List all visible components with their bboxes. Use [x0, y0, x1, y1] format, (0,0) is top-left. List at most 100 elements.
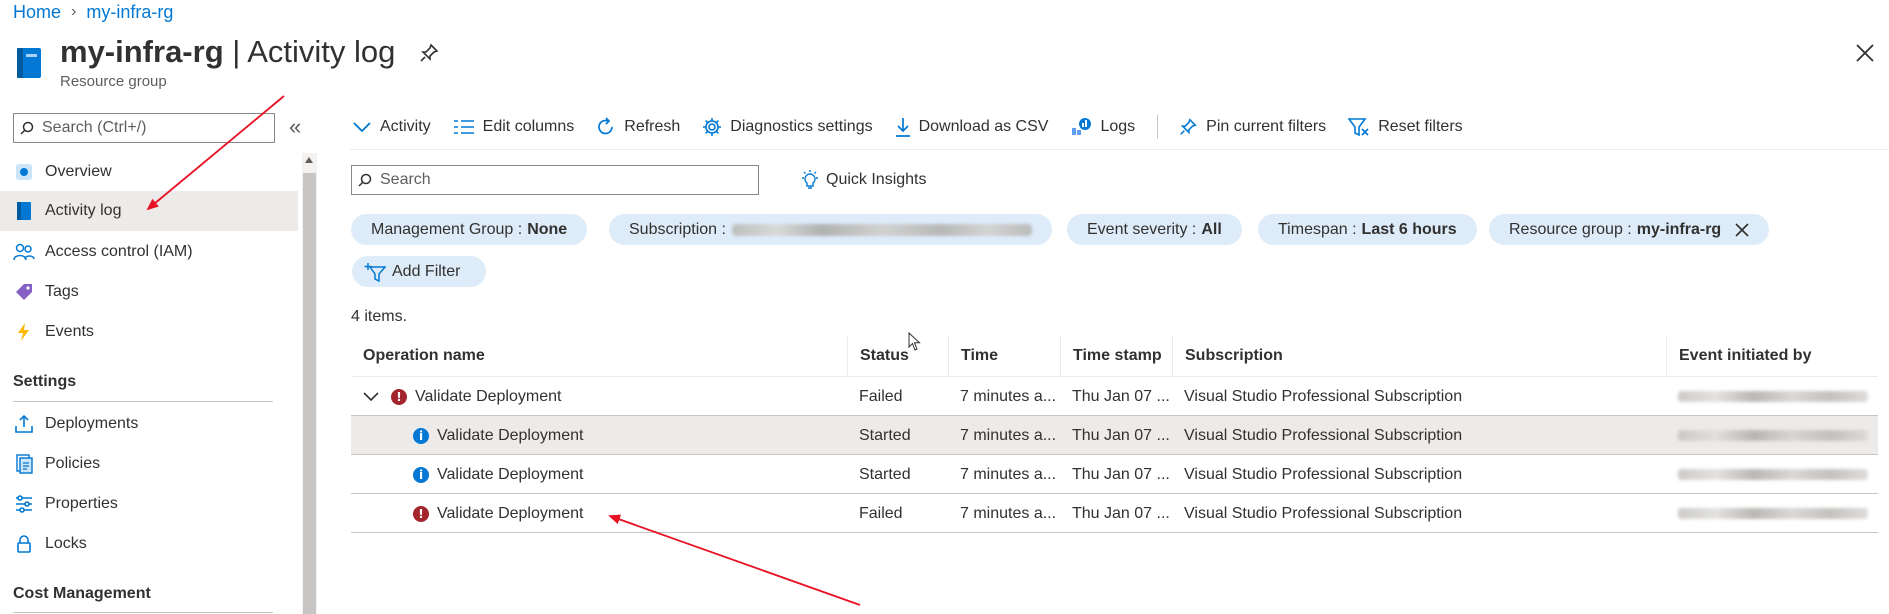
redacted-initiator: [1678, 508, 1868, 519]
scroll-up-arrow-icon[interactable]: [305, 157, 313, 163]
quick-insights-label: Quick Insights: [826, 171, 927, 188]
sidebar-item-iam[interactable]: Access control (IAM): [0, 232, 298, 272]
column-header-time-stamp[interactable]: Time stamp: [1060, 335, 1172, 377]
filter-pill-resource-group[interactable]: Resource group : my-infra-rg: [1489, 214, 1770, 245]
activity-log-icon: [13, 200, 35, 222]
time-cell: 7 minutes a...: [960, 426, 1057, 444]
policies-icon: [13, 453, 35, 475]
lightbulb-icon: [802, 170, 818, 189]
redacted-subscription-value: [731, 223, 1032, 236]
info-icon: i: [413, 427, 429, 444]
filter-label: Timespan :: [1278, 220, 1357, 238]
chevron-down-icon: [353, 122, 371, 133]
time-cell: 7 minutes a...: [960, 504, 1057, 522]
subscription-link[interactable]: Visual Studio Professional Subscription: [1172, 416, 1666, 455]
page-title: my-infra-rg | Activity log: [60, 34, 395, 70]
table-row[interactable]: ! Validate Deployment Failed 7 minutes a…: [351, 494, 1878, 533]
breadcrumb-current-link[interactable]: my-infra-rg: [86, 2, 173, 23]
operation-name: Validate Deployment: [437, 426, 584, 444]
toolbar-divider: [1157, 115, 1159, 139]
operation-cell: i Validate Deployment: [351, 455, 847, 494]
filter-pill-event-severity[interactable]: Event severity : All: [1067, 214, 1242, 245]
sidebar-item-properties[interactable]: Properties: [0, 484, 298, 524]
table-row[interactable]: i Validate Deployment Started 7 minutes …: [351, 455, 1878, 494]
operation-cell: ! Validate Deployment: [351, 494, 847, 533]
column-header-event-initiated-by[interactable]: Event initiated by: [1666, 335, 1878, 377]
sidebar-item-label: Properties: [45, 495, 118, 512]
sidebar-item-tags[interactable]: Tags: [0, 272, 298, 312]
time-cell: 7 minutes a...: [960, 387, 1057, 405]
column-header-time[interactable]: Time: [948, 335, 1060, 377]
page-title-separator: |: [223, 34, 248, 69]
activity-button[interactable]: Activity: [352, 118, 431, 136]
logs-button[interactable]: Logs: [1070, 117, 1135, 137]
page-title-blade: Activity log: [247, 34, 396, 69]
sidebar-section-settings: Settings: [13, 373, 77, 390]
refresh-button[interactable]: Refresh: [596, 117, 680, 137]
timestamp-cell: Thu Jan 07 ...: [1072, 387, 1170, 405]
diagnostics-settings-button[interactable]: Diagnostics settings: [702, 117, 873, 137]
command-bar-divider: [350, 149, 1889, 150]
subscription-link[interactable]: Visual Studio Professional Subscription: [1172, 377, 1666, 416]
collapse-sidebar-icon[interactable]: «: [289, 114, 301, 140]
redacted-initiator: [1678, 469, 1868, 480]
sidebar-item-label: Tags: [45, 283, 79, 300]
sidebar-item-deployments[interactable]: Deployments: [0, 404, 298, 444]
sidebar-search-input[interactable]: Search (Ctrl+/): [13, 113, 275, 143]
sidebar-item-label: Overview: [45, 163, 112, 180]
filter-value: my-infra-rg: [1636, 220, 1722, 238]
timestamp-cell: Thu Jan 07 ...: [1072, 465, 1170, 483]
close-icon[interactable]: [1852, 40, 1878, 66]
operation-cell: ! Validate Deployment: [351, 377, 847, 416]
properties-icon: [13, 493, 35, 515]
column-header-status[interactable]: Status: [847, 335, 948, 377]
gear-icon: [703, 118, 722, 136]
subscription-link[interactable]: Visual Studio Professional Subscription: [1172, 494, 1666, 533]
pin-icon[interactable]: [418, 42, 440, 64]
filter-pill-management-group[interactable]: Management Group : None: [351, 214, 588, 245]
time-cell: 7 minutes a...: [960, 465, 1057, 483]
add-filter-button[interactable]: Add Filter: [352, 256, 486, 287]
breadcrumb-home-link[interactable]: Home: [13, 2, 61, 23]
sidebar-item-label: Access control (IAM): [45, 243, 193, 260]
pin-current-filters-label: Pin current filters: [1206, 118, 1327, 135]
subscription-link[interactable]: Visual Studio Professional Subscription: [1172, 455, 1666, 494]
activity-label: Activity: [380, 118, 431, 135]
refresh-icon: [598, 117, 614, 135]
filter-pill-timespan[interactable]: Timespan : Last 6 hours: [1258, 214, 1477, 245]
sidebar-item-events[interactable]: Events: [0, 312, 298, 352]
close-icon[interactable]: [1735, 222, 1749, 237]
search-input[interactable]: Search: [351, 165, 759, 195]
sidebar-item-overview[interactable]: Overview: [0, 152, 298, 192]
sidebar-item-locks[interactable]: Locks: [0, 524, 298, 564]
filter-pill-subscription[interactable]: Subscription :: [609, 214, 1052, 245]
reset-filters-button[interactable]: Reset filters: [1348, 117, 1463, 137]
pin-icon: [1180, 118, 1197, 135]
pin-current-filters-button[interactable]: Pin current filters: [1178, 117, 1326, 137]
edit-columns-icon: [453, 120, 474, 134]
edit-columns-button[interactable]: Edit columns: [453, 118, 574, 136]
quick-insights-button[interactable]: Quick Insights: [800, 169, 926, 191]
status-cell: Started: [859, 465, 911, 483]
operation-cell: i Validate Deployment: [351, 416, 847, 455]
table-row[interactable]: i Validate Deployment Started 7 minutes …: [351, 416, 1878, 455]
sidebar-item-label: Policies: [45, 455, 101, 472]
reset-filters-label: Reset filters: [1378, 118, 1463, 135]
breadcrumb: Home › my-infra-rg: [13, 0, 173, 24]
scrollbar-thumb[interactable]: [303, 173, 316, 614]
redacted-initiator: [1678, 430, 1868, 441]
sidebar-item-activity-log[interactable]: Activity log: [0, 191, 298, 231]
table-row[interactable]: ! Validate Deployment Failed 7 minutes a…: [351, 377, 1878, 416]
download-csv-button[interactable]: Download as CSV: [895, 117, 1048, 137]
column-header-operation-name[interactable]: Operation name: [351, 335, 847, 377]
operation-name: Validate Deployment: [437, 504, 584, 522]
logs-icon: [1072, 118, 1092, 135]
overview-icon: [13, 161, 35, 183]
sidebar-scrollbar[interactable]: [302, 153, 317, 614]
chevron-down-icon[interactable]: [363, 391, 379, 402]
section-divider: [13, 401, 273, 402]
sidebar-item-policies[interactable]: Policies: [0, 444, 298, 484]
column-header-subscription[interactable]: Subscription: [1172, 335, 1666, 377]
error-icon: !: [391, 388, 407, 405]
chevron-right-icon: ›: [71, 3, 77, 20]
